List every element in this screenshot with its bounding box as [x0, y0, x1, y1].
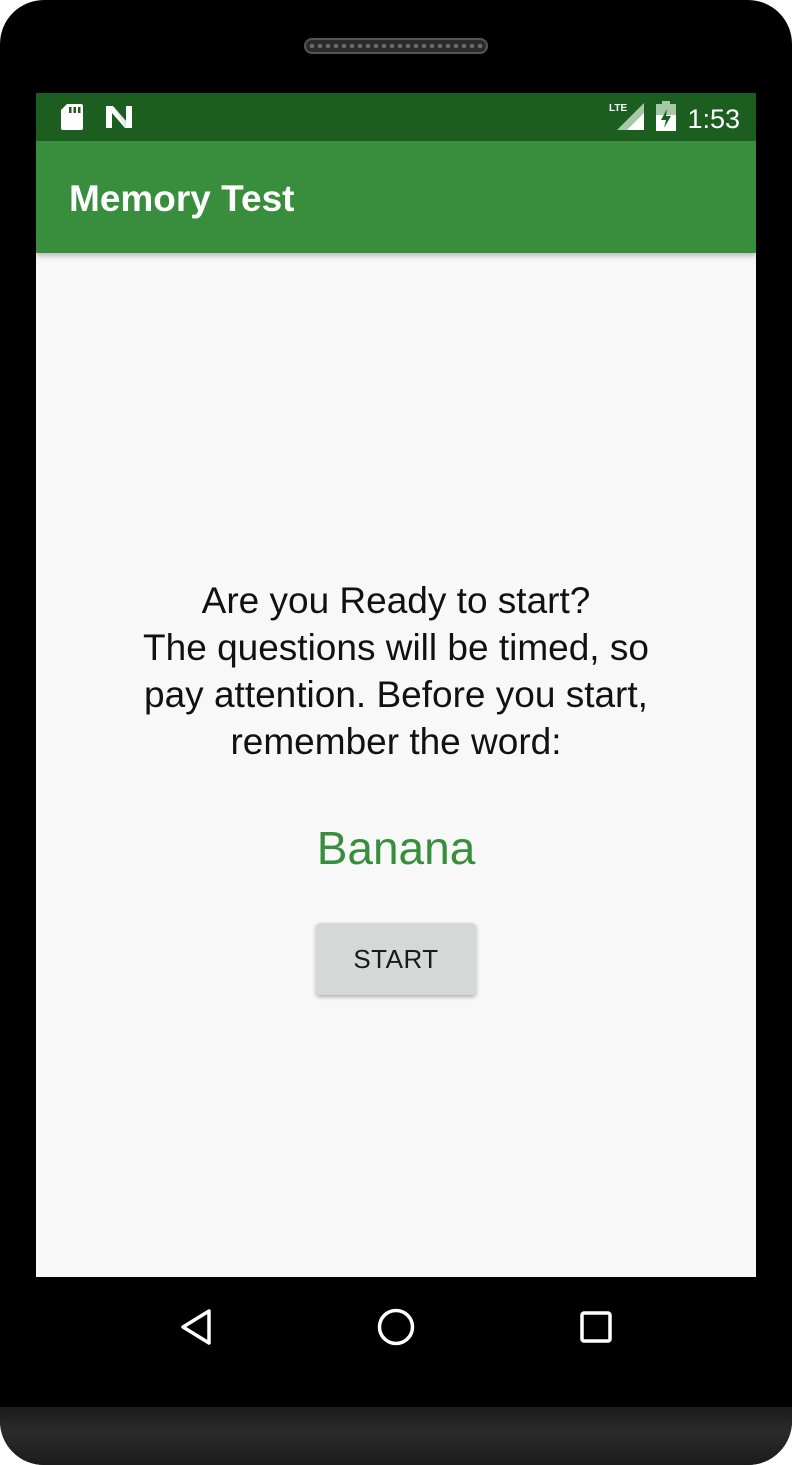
status-clock: 1:53: [687, 103, 740, 134]
app-title: Memory Test: [69, 178, 295, 219]
home-icon[interactable]: [374, 1305, 418, 1349]
instruction-line: remember the word:: [230, 721, 562, 762]
instruction-line: pay attention. Before you start,: [144, 674, 648, 715]
navigation-bar: [36, 1277, 756, 1373]
n-notification-icon: [104, 104, 134, 135]
memory-word: Banana: [316, 822, 476, 874]
instruction-line: Are you Ready to start?: [201, 580, 591, 621]
device-frame: LTE 1:53 Memory Test Are you Ready to st…: [0, 0, 792, 1465]
recents-icon[interactable]: [574, 1305, 618, 1349]
instructions-text: Are you Ready to start? The questions wi…: [96, 577, 696, 765]
sd-card-icon: [60, 103, 84, 136]
instruction-line: The questions will be timed, so: [143, 627, 649, 668]
earpiece-speaker: [304, 38, 488, 54]
app-screen: LTE 1:53 Memory Test Are you Ready to st…: [36, 93, 756, 1277]
network-label: LTE: [609, 103, 627, 114]
main-content: Are you Ready to start? The questions wi…: [36, 253, 756, 1277]
status-bar: LTE 1:53: [36, 93, 756, 141]
battery-charging-icon: [655, 101, 677, 136]
start-button[interactable]: START: [316, 923, 476, 995]
lte-signal-icon: LTE: [609, 101, 645, 136]
back-icon[interactable]: [174, 1305, 218, 1349]
device-chin: [0, 1407, 792, 1465]
app-bar: Memory Test: [36, 141, 756, 253]
